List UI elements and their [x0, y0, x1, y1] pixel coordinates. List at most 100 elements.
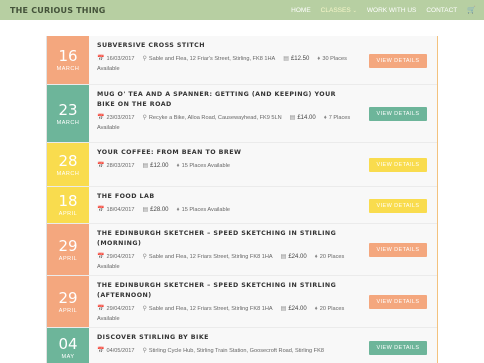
ticket-icon: ♦ [317, 56, 321, 62]
event-details: MUG O' TEA AND A SPANNER: GETTING (AND K… [89, 85, 437, 142]
event-row: 23 MARCH MUG O' TEA AND A SPANNER: GETTING… [47, 85, 437, 143]
location-pin-icon: ⚲ [142, 115, 147, 121]
event-details: YOUR COFFEE: FROM BEAN TO BREW 📅 28/03/201… [89, 143, 437, 186]
view-details-button[interactable]: VIEW DETAILS [369, 295, 427, 309]
calendar-icon: 📅 [97, 163, 105, 169]
event-price: £24.00 [288, 254, 307, 260]
event-month: APRIL [58, 307, 78, 314]
event-month: MAY [61, 353, 75, 360]
ticket-icon: ♦ [314, 306, 318, 312]
view-details-button[interactable]: VIEW DETAILS [369, 107, 427, 121]
date-badge: 16 MARCH [47, 36, 89, 84]
event-details: THE EDINBURGH SKETCHER – SPEED SKETCHING… [89, 224, 437, 275]
shopping-cart-icon[interactable]: 🛒 [467, 6, 476, 14]
date-badge: 04 MAY [47, 328, 89, 363]
event-day: 16 [58, 47, 78, 65]
calendar-icon: 📅 [97, 306, 105, 312]
event-day: 29 [58, 288, 78, 307]
date-badge: 23 MARCH [47, 85, 89, 142]
site-header: THE CURIOUS THING HOME CLASSES ⌄ WORK WIT… [0, 0, 484, 20]
event-month: MARCH [56, 66, 80, 72]
nav-home[interactable]: HOME [291, 7, 311, 14]
calendar-icon: 📅 [97, 254, 105, 260]
view-details-button[interactable]: VIEW DETAILS [369, 341, 427, 355]
location-pin-icon: ⚲ [142, 56, 147, 62]
event-day: 04 [58, 334, 78, 353]
view-details-button[interactable]: VIEW DETAILS [369, 158, 427, 172]
event-date: 29/04/2017 [106, 254, 135, 260]
event-price: £14.00 [297, 115, 316, 121]
view-details-button[interactable]: VIEW DETAILS [369, 199, 427, 213]
event-day: 28 [58, 151, 78, 170]
calendar-icon: 📅 [97, 56, 105, 62]
price-tag-icon: ▤ [280, 306, 287, 312]
event-month: APRIL [58, 255, 78, 262]
site-logo[interactable]: THE CURIOUS THING [10, 6, 106, 15]
event-title[interactable]: YOUR COFFEE: FROM BEAN TO BREW [97, 148, 429, 158]
event-date: 28/03/2017 [106, 163, 135, 169]
event-details: DISCOVER STIRLING BY BIKE 📅 04/05/2017 ⚲ Sti… [89, 328, 437, 363]
event-row: 29 APRIL THE EDINBURGH SKETCHER – SPEED SK… [47, 276, 437, 328]
event-details: SUBVERSIVE CROSS STITCH 📅 16/03/2017 ⚲ Sable… [89, 36, 437, 84]
ticket-icon: ♦ [314, 254, 318, 260]
date-badge: 28 MARCH [47, 143, 89, 186]
event-venue: Stirling Cycle Hub, Stirling Train Stati… [148, 348, 324, 354]
event-date: 18/04/2017 [106, 207, 135, 213]
event-list: 16 MARCH SUBVERSIVE CROSS STITCH 📅 16/03/201… [46, 36, 438, 363]
event-price: £12.00 [150, 163, 169, 169]
event-venue: Sable and Flea, 12 Friar's Street, Stirl… [148, 56, 276, 62]
event-venue: Sable and Flea, 12 Friars Street, Stirli… [148, 254, 273, 260]
event-details: THE FOOD LAB 📅 18/04/2017 ▤ £28.00 ♦ 15 Places… [89, 187, 437, 223]
main-nav: HOME CLASSES ⌄ WORK WITH US CONTACT 🛒 [291, 6, 476, 15]
date-badge: 29 APRIL [47, 224, 89, 275]
event-row: 16 MARCH SUBVERSIVE CROSS STITCH 📅 16/03/201… [47, 36, 437, 85]
event-day: 29 [58, 236, 78, 255]
ticket-icon: ♦ [176, 163, 180, 169]
chevron-down-icon: ⌄ [352, 7, 357, 14]
price-tag-icon: ▤ [283, 56, 289, 62]
location-pin-icon: ⚲ [142, 348, 147, 354]
event-day: 23 [58, 100, 78, 119]
event-month: MARCH [56, 119, 80, 126]
event-price: £28.00 [150, 207, 169, 213]
event-row: 18 APRIL THE FOOD LAB 📅 18/04/2017 ▤ £28.00 ♦ 15… [47, 187, 437, 224]
nav-work-with-us[interactable]: WORK WITH US [367, 7, 416, 14]
event-date: 04/05/2017 [106, 348, 135, 354]
ticket-icon: ♦ [323, 115, 327, 121]
calendar-icon: 📅 [97, 348, 105, 354]
event-row: 04 MAY DISCOVER STIRLING BY BIKE 📅 04/05/201… [47, 328, 437, 363]
event-venue: Sable and Flea, 12 Friars Street, Stirli… [148, 306, 273, 312]
event-places: 15 Places Available [181, 163, 230, 169]
event-places: 15 Places Available [181, 207, 230, 213]
nav-classes[interactable]: CLASSES ⌄ [321, 7, 357, 14]
event-venue: Recyke a Bike, Alloa Road, Causewayhead,… [148, 115, 282, 121]
event-price: £24.00 [288, 306, 307, 312]
event-date: 23/03/2017 [106, 115, 135, 121]
view-details-button[interactable]: VIEW DETAILS [369, 243, 427, 257]
event-month: MARCH [56, 170, 80, 177]
price-tag-icon: ▤ [289, 115, 296, 121]
nav-contact[interactable]: CONTACT [426, 7, 457, 14]
event-day: 18 [58, 192, 78, 210]
date-badge: 18 APRIL [47, 187, 89, 223]
calendar-icon: 📅 [97, 115, 105, 121]
event-row: 28 MARCH YOUR COFFEE: FROM BEAN TO BREW 📅 28… [47, 143, 437, 187]
event-details: THE EDINBURGH SKETCHER – SPEED SKETCHING… [89, 276, 437, 327]
event-date: 16/03/2017 [106, 56, 135, 62]
event-price: £12.50 [290, 56, 310, 62]
event-date: 29/04/2017 [106, 306, 135, 312]
event-title[interactable]: SUBVERSIVE CROSS STITCH [97, 41, 429, 51]
price-tag-icon: ▤ [142, 207, 149, 213]
event-row: 29 APRIL THE EDINBURGH SKETCHER – SPEED SK… [47, 224, 437, 276]
nav-classes-label: CLASSES [320, 6, 351, 14]
location-pin-icon: ⚲ [142, 254, 147, 260]
location-pin-icon: ⚲ [142, 306, 147, 312]
calendar-icon: 📅 [97, 207, 105, 213]
price-tag-icon: ▤ [142, 163, 149, 169]
price-tag-icon: ▤ [280, 254, 287, 260]
date-badge: 29 APRIL [47, 276, 89, 327]
ticket-icon: ♦ [176, 207, 180, 213]
view-details-button[interactable]: VIEW DETAILS [369, 54, 427, 68]
browser-window: THE CURIOUS THING HOME CLASSES ⌄ WORK WIT… [0, 0, 484, 363]
event-month: APRIL [58, 211, 78, 217]
